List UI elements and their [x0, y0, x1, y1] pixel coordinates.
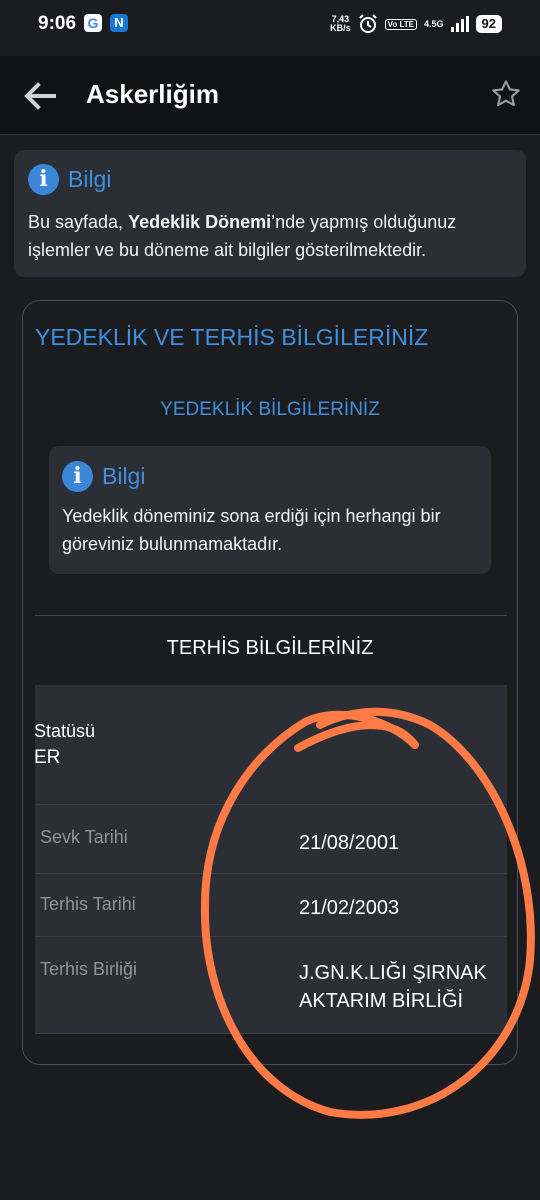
- table-row: Sevk Tarihi 21/08/2001: [35, 805, 507, 874]
- favorite-button[interactable]: [490, 78, 522, 110]
- arrow-left-icon: [24, 82, 56, 110]
- info-icon: i: [62, 461, 93, 492]
- row-value: 21/02/2003: [299, 897, 400, 919]
- terhis-title: TERHİS BİLGİLERİNİZ: [166, 637, 374, 659]
- network-speed: 7,43 KB/s: [330, 14, 351, 33]
- page-title: Askerliğim: [86, 79, 219, 109]
- yedeklik-info-card: i Bilgi Yedeklik döneminiz sona erdiği i…: [49, 446, 491, 574]
- info-text: Yedeklik döneminiz sona erdiği için herh…: [62, 506, 441, 554]
- alarm-icon: [358, 14, 377, 33]
- clock: 9:06: [38, 13, 77, 34]
- back-button[interactable]: [20, 76, 60, 116]
- info-text: Bu sayfada, Yedeklik Dönemi’nde yapmış o…: [28, 212, 457, 260]
- status-value: ER: [34, 747, 61, 768]
- info-icon: i: [28, 164, 59, 195]
- google-notification-icon: G: [84, 14, 102, 32]
- row-value: J.GN.K.LIĞI ŞIRNAK AKTARIM BİRLİĞİ: [299, 962, 487, 1012]
- row-label: Sevk Tarihi: [40, 827, 128, 847]
- star-outline-icon: [492, 80, 520, 107]
- section-title: YEDEKLİK VE TERHİS BİLGİLERİNİZ: [35, 324, 429, 350]
- table-row: Terhis Tarihi 21/02/2003: [35, 874, 507, 937]
- info-label: Bilgi: [68, 166, 112, 192]
- status-icons: 7,43 KB/s Vo LTE 4.5G 92: [330, 12, 502, 36]
- info-card: i Bilgi Bu sayfada, Yedeklik Dönemi’nde …: [14, 150, 526, 277]
- app-notification-icon: N: [110, 14, 128, 32]
- row-value: 21/08/2001: [299, 832, 400, 854]
- row-label: Terhis Tarihi: [40, 894, 136, 914]
- app-header: Askerliğim: [0, 56, 540, 135]
- signal-icon: [450, 16, 469, 32]
- divider: [35, 615, 507, 616]
- battery-level: 92: [475, 15, 502, 33]
- volte-icon: Vo LTE: [384, 18, 418, 30]
- network-type: 4.5G: [424, 19, 444, 29]
- table-row: Terhis Birliği J.GN.K.LIĞI ŞIRNAK AKTARI…: [35, 937, 507, 1034]
- status-label: Statüsü: [34, 721, 96, 741]
- yedeklik-title: YEDEKLİK BİLGİLERİNİZ: [160, 399, 380, 420]
- status-bar: 9:06 G N 7,43 KB/s Vo LTE 4.5G 92: [0, 0, 540, 48]
- row-label: Terhis Birliği: [40, 959, 138, 979]
- terhis-table: Statüsü ER Sevk Tarihi 21/08/2001 Terhis…: [34, 685, 507, 1034]
- yedeklik-terhis-panel: YEDEKLİK VE TERHİS BİLGİLERİNİZ YEDEKLİK…: [22, 300, 518, 1065]
- table-row-status: Statüsü ER: [34, 685, 507, 805]
- info-label: Bilgi: [102, 463, 146, 489]
- info-header: i Bilgi: [62, 461, 145, 492]
- info-header: i Bilgi: [28, 164, 111, 195]
